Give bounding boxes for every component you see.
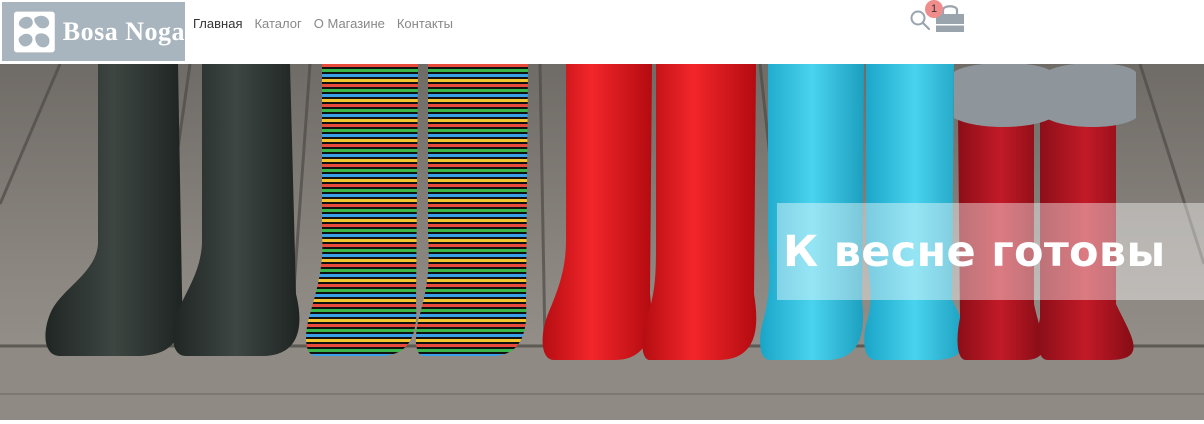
nav-item-catalog[interactable]: Каталог xyxy=(254,16,301,32)
logo-text: Bosa Noga xyxy=(62,16,185,46)
nav-item-about[interactable]: О Магазине xyxy=(314,16,385,32)
cart-count-badge: 1 xyxy=(925,0,943,18)
nav-item-contacts[interactable]: Контакты xyxy=(397,16,453,32)
main-nav: Главная Каталог О Магазине Контакты xyxy=(193,16,453,32)
nav-item-home[interactable]: Главная xyxy=(193,16,242,32)
logo-footprint-icon xyxy=(14,11,55,52)
hero-banner: К весне готовы xyxy=(0,64,1204,420)
site-header: Bosa Noga Главная Каталог О Магазине Кон… xyxy=(0,0,1204,64)
logo[interactable]: Bosa Noga xyxy=(2,2,185,61)
hero-title: К весне готовы xyxy=(783,227,1166,277)
